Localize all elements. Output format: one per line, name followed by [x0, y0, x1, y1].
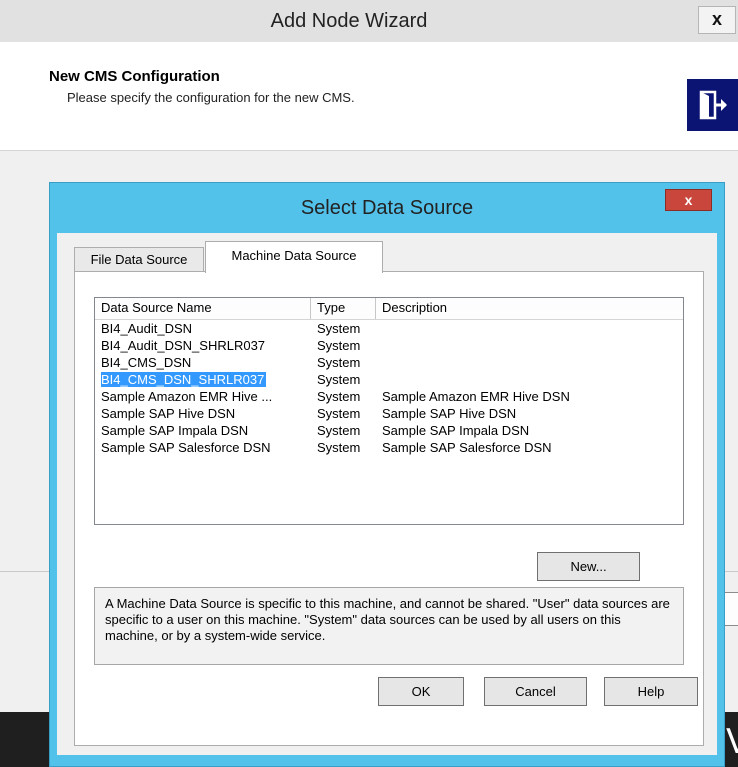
- cancel-button[interactable]: Cancel: [484, 677, 587, 706]
- data-source-name: Sample Amazon EMR Hive ...: [101, 389, 273, 404]
- data-source-list[interactable]: Data Source Name Type Description BI4_Au…: [94, 297, 684, 525]
- column-header-description[interactable]: Description: [376, 298, 683, 319]
- list-item[interactable]: BI4_Audit_DSN System: [95, 320, 683, 337]
- data-source-type: System: [317, 338, 361, 353]
- data-source-name: Sample SAP Impala DSN: [101, 423, 249, 438]
- data-source-description: Sample SAP Impala DSN: [382, 423, 530, 438]
- data-source-description: Sample Amazon EMR Hive DSN: [382, 389, 570, 404]
- list-header: Data Source Name Type Description: [95, 298, 683, 320]
- tab-panel: Data Source Name Type Description BI4_Au…: [74, 271, 704, 746]
- list-item[interactable]: BI4_Audit_DSN_SHRLR037 System: [95, 337, 683, 354]
- data-source-description: [382, 371, 682, 388]
- machine-data-source-info: A Machine Data Source is specific to thi…: [94, 587, 684, 665]
- data-source-name: BI4_Audit_DSN_SHRLR037: [101, 338, 266, 353]
- list-item[interactable]: Sample Amazon EMR Hive ... System Sample…: [95, 388, 683, 405]
- data-source-name: BI4_Audit_DSN: [101, 321, 193, 336]
- column-header-name[interactable]: Data Source Name: [95, 298, 311, 319]
- list-item-selected[interactable]: BI4_CMS_DSN_SHRLR037 System: [95, 371, 683, 388]
- data-source-type: System: [317, 321, 361, 336]
- dialog-client-area: File Data Source Machine Data Source Dat…: [57, 233, 717, 755]
- wizard-heading: New CMS Configuration: [49, 68, 220, 85]
- data-source-description: [382, 354, 682, 371]
- data-source-type: System: [317, 355, 361, 370]
- new-data-source-button[interactable]: New...: [537, 552, 640, 581]
- wizard-titlebar: Add Node Wizard x: [0, 0, 738, 42]
- list-item[interactable]: Sample SAP Salesforce DSN System Sample …: [95, 439, 683, 456]
- list-item[interactable]: BI4_CMS_DSN System: [95, 354, 683, 371]
- data-source-description: [382, 320, 682, 337]
- list-item[interactable]: Sample SAP Hive DSN System Sample SAP Hi…: [95, 405, 683, 422]
- data-source-type: System: [317, 440, 361, 455]
- wizard-logo: [687, 79, 738, 131]
- help-button[interactable]: Help: [604, 677, 698, 706]
- wizard-subheading: Please specify the configuration for the…: [67, 90, 355, 105]
- column-header-type[interactable]: Type: [311, 298, 376, 319]
- select-data-source-dialog: Select Data Source x File Data Source Ma…: [49, 182, 725, 767]
- data-source-description: Sample SAP Salesforce DSN: [382, 440, 552, 455]
- list-item[interactable]: Sample SAP Impala DSN System Sample SAP …: [95, 422, 683, 439]
- tab-file-data-source[interactable]: File Data Source: [74, 247, 204, 271]
- dialog-title: Select Data Source: [300, 197, 474, 219]
- ok-button[interactable]: OK: [378, 677, 464, 706]
- wizard-close-button[interactable]: x: [698, 6, 736, 34]
- tab-machine-data-source[interactable]: Machine Data Source: [205, 241, 383, 273]
- data-source-name: BI4_CMS_DSN: [101, 355, 192, 370]
- wizard-title: Add Node Wizard: [270, 10, 428, 32]
- data-source-type: System: [317, 423, 361, 438]
- taskbar-text: Vi: [726, 722, 738, 762]
- dialog-close-button[interactable]: x: [665, 189, 712, 211]
- data-source-description: [382, 337, 682, 354]
- data-source-name: BI4_CMS_DSN_SHRLR037: [101, 372, 267, 387]
- data-source-type: System: [317, 372, 361, 387]
- data-source-type: System: [317, 389, 361, 404]
- data-source-type: System: [317, 406, 361, 421]
- data-source-description: Sample SAP Hive DSN: [382, 406, 517, 421]
- exit-door-icon: [699, 90, 727, 120]
- data-source-name: Sample SAP Salesforce DSN: [101, 440, 271, 455]
- wizard-header: New CMS Configuration Please specify the…: [0, 42, 738, 151]
- data-source-name: Sample SAP Hive DSN: [101, 406, 236, 421]
